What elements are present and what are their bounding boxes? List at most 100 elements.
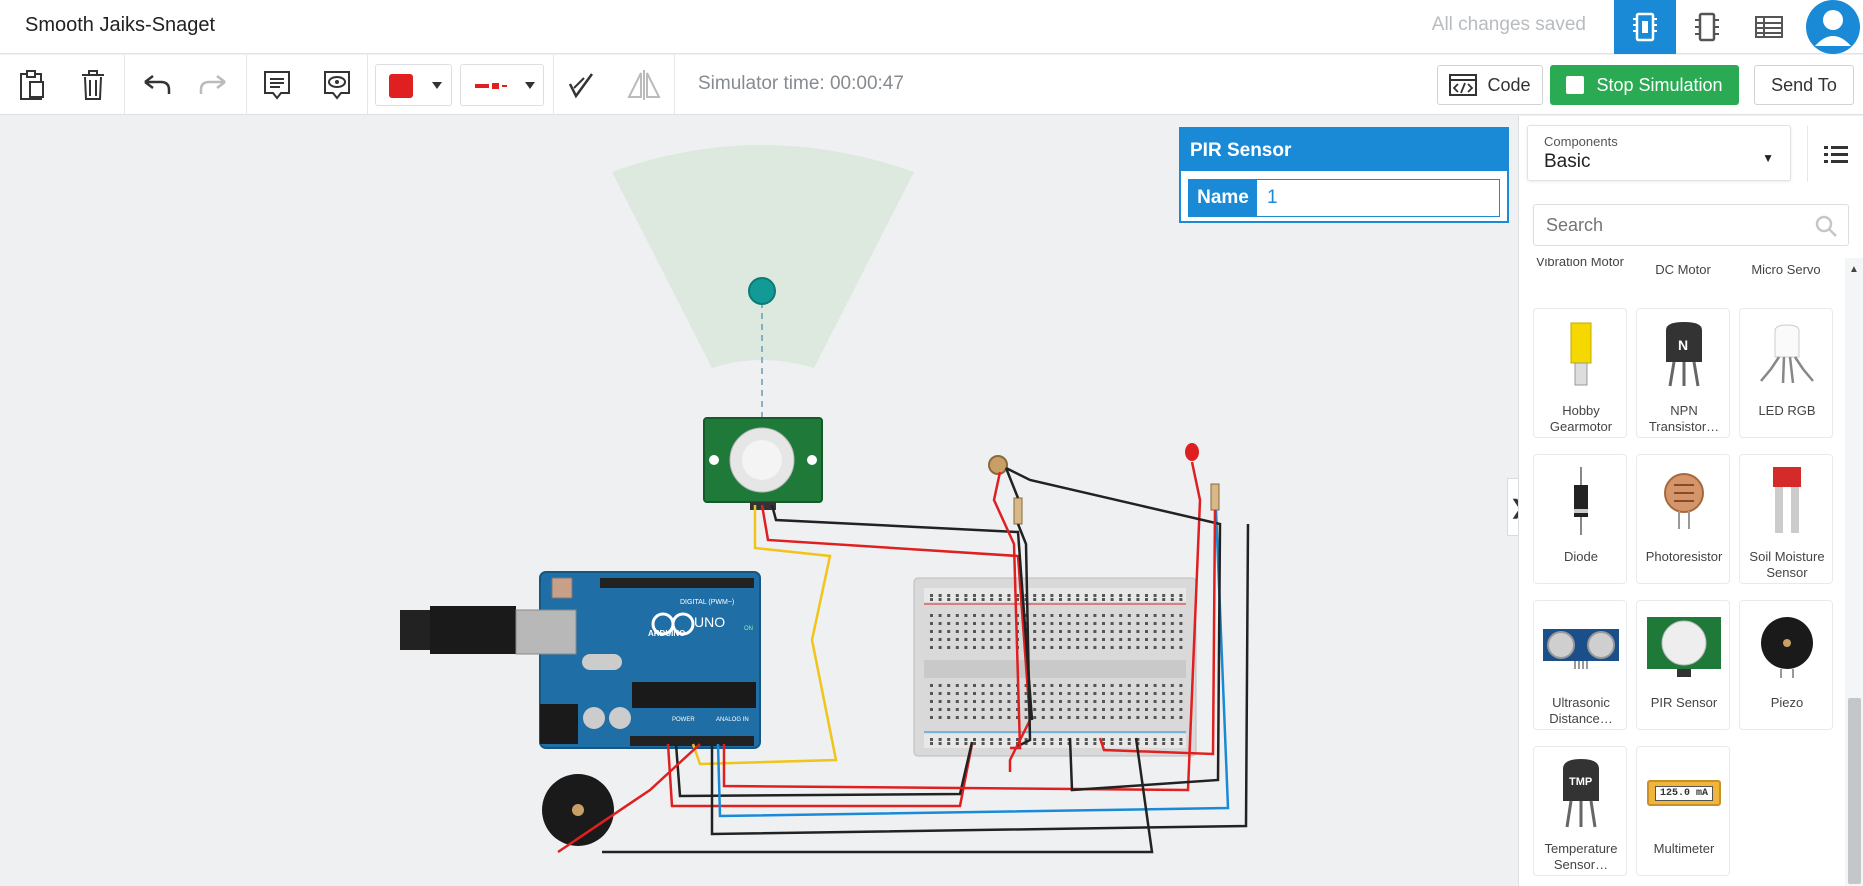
breadboard-hole [964,614,968,617]
breadboard-hole [1162,638,1166,641]
breadboard-hole [1033,622,1037,625]
flip-button[interactable] [622,65,666,105]
digital-pins-label: DIGITAL (PWM~) [680,599,734,606]
power-pins-label: POWER [672,717,695,723]
breadboard-hole [947,614,951,617]
breadboard-hole [1093,638,1097,641]
breadboard-hole [1007,742,1011,745]
breadboard-hole [1050,646,1054,649]
component-tile-ultrasonic-distance-sensor[interactable]: Ultrasonic Distance… [1533,600,1627,730]
wire-color-dropdown[interactable] [375,64,452,106]
list-view-button[interactable] [1807,126,1863,182]
breadboard-hole [1007,614,1011,617]
schematic-view-button[interactable] [1676,0,1738,54]
breadboard-hole [1145,716,1148,719]
partial-tile-label[interactable]: Micro Servo [1739,262,1833,278]
component-tile-hobby-gearmotor[interactable]: Hobby Gearmotor [1533,308,1627,438]
breadboard-hole [930,692,933,695]
search-input[interactable] [1534,205,1804,245]
breadboard-hole [930,742,933,745]
component-tile-photoresistor[interactable]: Photoresistor [1636,454,1730,584]
toggle-notes-visibility-button[interactable] [315,65,359,105]
components-category-dropdown[interactable]: Components Basic ▼ [1527,125,1791,181]
component-tile-pir-sensor[interactable]: PIR Sensor [1636,600,1730,730]
breadboard-hole [1093,614,1097,617]
soil-moisture-icon [1773,467,1801,533]
breadboard-hole [1084,716,1088,719]
breadboard-hole [981,684,985,687]
breadboard-hole [998,622,1002,625]
breadboard-hole [990,684,994,687]
breadboard-hole [938,598,942,601]
breadboard-hole [990,742,994,745]
project-title[interactable]: Smooth Jaiks-Snaget [25,14,215,37]
chevron-down-icon [432,82,442,89]
breadboard-hole [930,700,933,703]
scrollbar-thumb[interactable] [1848,698,1861,884]
panel-scrollbar[interactable]: ▲ [1845,258,1863,886]
breadboard-hole [1145,692,1148,695]
breadboard-hole [1102,684,1105,687]
breadboard-hole [998,646,1002,649]
breadboard-hole [1084,614,1088,617]
circuit-view-button[interactable] [1614,0,1676,54]
breadboard-hole [1127,614,1131,617]
component-tile-led-rgb[interactable]: LED RGB [1739,308,1833,438]
undo-button[interactable] [134,65,178,105]
component-tile-diode[interactable]: Diode [1533,454,1627,584]
simulator-time: Simulator time: 00:00:47 [698,73,904,94]
stop-simulation-button[interactable]: Stop Simulation [1550,65,1739,105]
breadboard-hole [964,692,968,695]
breadboard-hole [1102,594,1105,597]
breadboard-hole [1162,622,1166,625]
breadboard-hole [1067,700,1071,703]
breadboard-hole [973,716,976,719]
breadboard-hole [998,692,1002,695]
component-list-view-icon [1755,16,1783,38]
annotate-button[interactable] [559,65,603,105]
red-led [1185,443,1199,461]
breadboard-hole [964,598,968,601]
component-tile-piezo[interactable]: Piezo [1739,600,1833,730]
user-avatar[interactable] [1803,0,1863,54]
breadboard-hole [1076,614,1080,617]
micro-servo-label: Micro Servo [1751,262,1821,277]
on-led-label: ON [744,626,753,632]
send-to-button[interactable]: Send To [1754,65,1854,105]
breadboard-hole [1119,738,1123,741]
breadboard-hole [1059,646,1062,649]
breadboard-hole [1050,700,1054,703]
breadboard-hole [947,738,951,741]
breadboard-hole [1102,692,1105,695]
breadboard-hole [1179,708,1183,711]
breadboard-hole [1007,700,1011,703]
component-tile-temperature-sensor[interactable]: TMP Temperature Sensor… [1533,746,1627,876]
circuit-canvas[interactable]: ARDUINO UNO DIGITAL (PWM~) POWER ANALOG … [0,116,1518,886]
redo-button[interactable] [192,65,236,105]
breadboard-hole [1110,742,1114,745]
component-list-view-button[interactable] [1738,0,1800,54]
pir-detection-area [612,145,914,368]
scroll-up-icon[interactable]: ▲ [1849,264,1859,275]
breadboard-hole [1059,614,1062,617]
breadboard-hole [1007,646,1011,649]
paste-button[interactable] [10,65,54,105]
wire-style-icon [475,83,507,89]
list-icon [1823,146,1848,163]
breadboard-hole [1136,646,1140,649]
breadboard-hole [1145,638,1148,641]
breadboard-hole [964,646,968,649]
partial-tile-label[interactable]: Vibration Motor [1533,258,1627,284]
breadboard-hole [1110,646,1114,649]
component-tile-multimeter[interactable]: 125.0 mA Multimeter [1636,746,1730,876]
delete-button[interactable] [71,65,115,105]
component-tile-npn-transistor[interactable]: N NPN Transistor… [1636,308,1730,438]
breadboard-hole [1119,700,1123,703]
wire-style-dropdown[interactable] [460,64,544,106]
photoresistor-icon [1664,473,1704,529]
notes-button[interactable] [255,65,299,105]
name-input[interactable]: 1 [1257,180,1499,216]
code-button[interactable]: Code [1437,65,1543,105]
component-tile-soil-moisture-sensor[interactable]: Soil Moisture Sensor [1739,454,1833,584]
partial-tile-label[interactable]: DC Motor [1636,262,1730,278]
